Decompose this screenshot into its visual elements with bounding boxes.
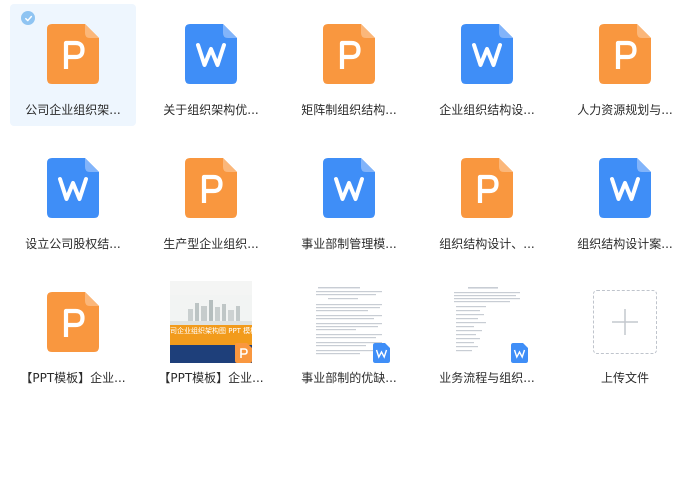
file-name: 组织结构设计案... — [577, 237, 673, 251]
file-name: 事业部制的优缺... — [301, 371, 397, 385]
plus-icon — [612, 309, 638, 335]
ppt-file-icon — [323, 24, 375, 84]
file-name: 关于组织架构优... — [163, 103, 259, 117]
file-name: 【PPT模板】企业... — [20, 371, 126, 385]
file-name: 业务流程与组织... — [439, 371, 535, 385]
file-tile[interactable]: 组织结构设计、... — [424, 138, 550, 260]
file-name: 公司企业组织架... — [25, 103, 121, 117]
file-name: 设立公司股权结... — [25, 237, 121, 251]
file-tile[interactable]: 【PPT模板】企业... — [10, 272, 136, 394]
file-grid: 公司企业组织架... 关于组织架构优... 矩阵制组织结构... 企业组织结构设… — [0, 0, 687, 498]
file-tile[interactable]: 企业组织结构设... — [424, 4, 550, 126]
ppt-badge-icon — [235, 343, 252, 363]
doc-thumbnail — [446, 281, 528, 363]
file-name: 企业组织结构设... — [439, 103, 535, 117]
file-tile[interactable]: 矩阵制组织结构... — [286, 4, 412, 126]
file-tile[interactable]: 组织结构设计案... — [562, 138, 687, 260]
preview-title: 司企业组织架构图 PPT 模板 — [170, 325, 252, 345]
word-badge-icon — [511, 343, 528, 363]
ppt-file-icon — [461, 158, 513, 218]
word-file-icon — [323, 158, 375, 218]
ppt-file-icon — [47, 292, 99, 352]
file-name: 人力资源规划与... — [577, 103, 673, 117]
word-file-icon — [185, 24, 237, 84]
upload-button[interactable] — [593, 290, 657, 354]
selected-check-icon[interactable] — [21, 11, 35, 25]
file-tile[interactable]: 设立公司股权结... — [10, 138, 136, 260]
file-tile[interactable]: 生产型企业组织... — [148, 138, 274, 260]
word-file-icon — [47, 158, 99, 218]
word-file-icon — [599, 158, 651, 218]
upload-tile[interactable]: 上传文件 — [562, 272, 687, 394]
ppt-file-icon — [185, 158, 237, 218]
file-tile[interactable]: 关于组织架构优... — [148, 4, 274, 126]
file-tile[interactable]: 人力资源规划与... — [562, 4, 687, 126]
file-name: 生产型企业组织... — [163, 237, 259, 251]
word-badge-icon — [373, 343, 390, 363]
file-tile[interactable]: 公司企业组织架... — [10, 4, 136, 126]
file-tile[interactable]: 业务流程与组织... — [424, 272, 550, 394]
file-name: 矩阵制组织结构... — [301, 103, 397, 117]
file-name: 【PPT模板】企业... — [158, 371, 264, 385]
file-tile[interactable]: 事业部制管理模... — [286, 138, 412, 260]
ppt-file-icon — [47, 24, 99, 84]
file-tile[interactable]: 事业部制的优缺... — [286, 272, 412, 394]
word-file-icon — [461, 24, 513, 84]
ppt-thumbnail: 司企业组织架构图 PPT 模板 — [170, 281, 252, 363]
upload-label: 上传文件 — [600, 371, 649, 385]
city-skyline-image — [170, 295, 252, 325]
file-tile[interactable]: 司企业组织架构图 PPT 模板 【PPT模板】企业... — [148, 272, 274, 394]
doc-thumbnail — [308, 281, 390, 363]
file-name: 组织结构设计、... — [439, 237, 535, 251]
ppt-file-icon — [599, 24, 651, 84]
file-name: 事业部制管理模... — [301, 237, 397, 251]
